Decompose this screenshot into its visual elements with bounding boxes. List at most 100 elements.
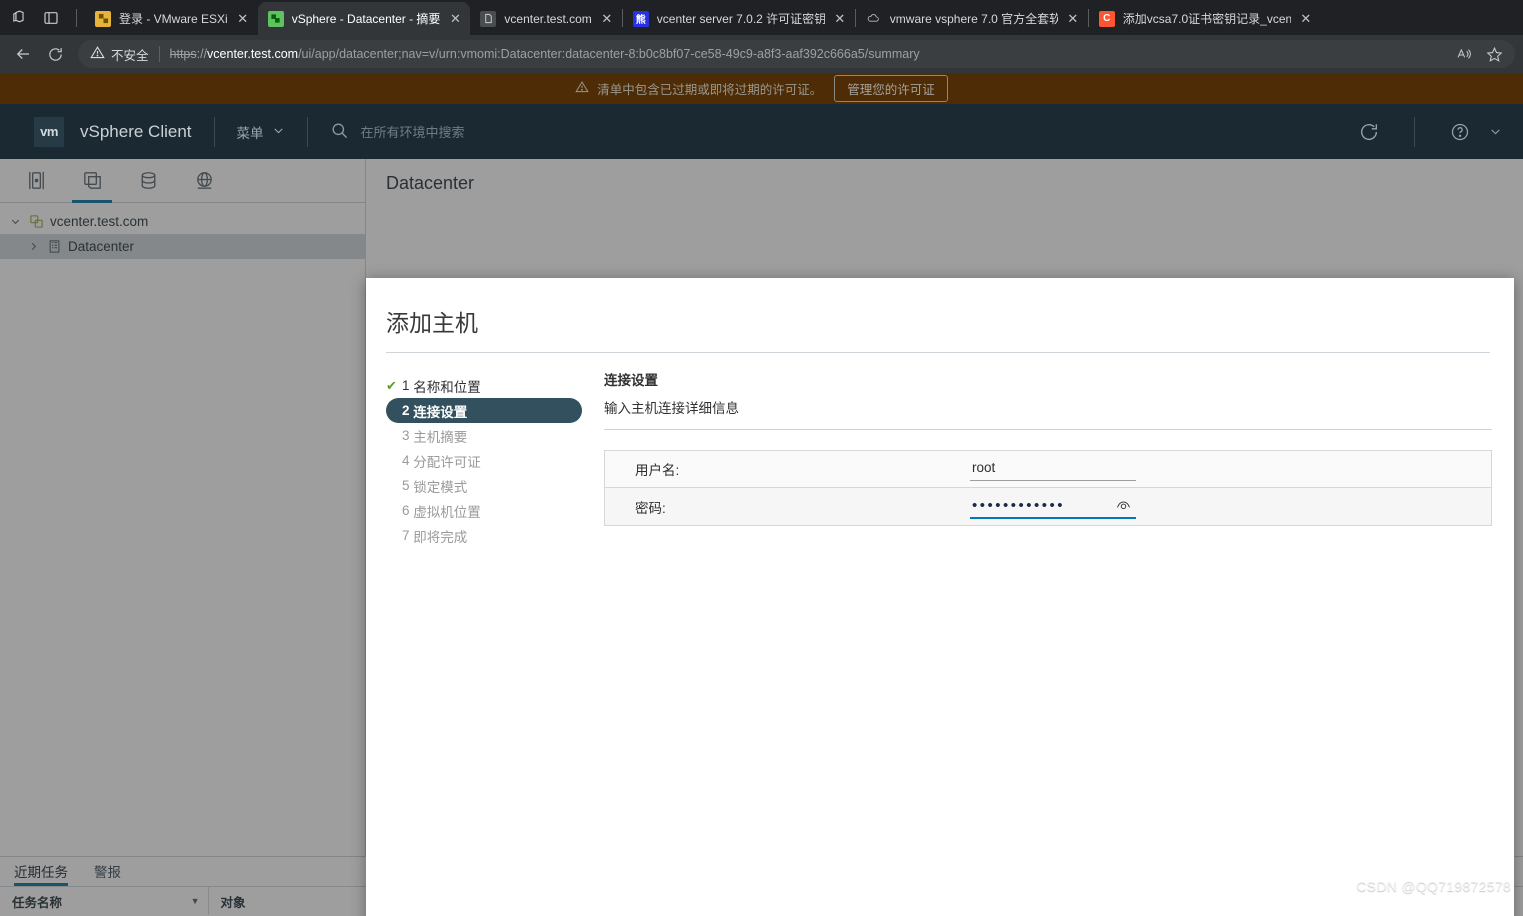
- tab-title: vcenter.test.com: [504, 11, 592, 26]
- pane-title: 连接设置: [604, 373, 658, 388]
- esxi-icon: [95, 10, 111, 27]
- header-divider: [213, 116, 215, 147]
- close-icon[interactable]: ✕: [232, 8, 254, 30]
- step-number: 4: [402, 453, 410, 468]
- step-label: 虚拟机位置: [413, 504, 481, 520]
- csdn-watermark: CSDN @QQ719872578: [1356, 878, 1511, 894]
- wizard-step-ready-to-complete[interactable]: 7 即将完成: [386, 523, 582, 548]
- chevron-down-icon[interactable]: [1483, 112, 1507, 152]
- chevron-down-icon: [272, 124, 285, 140]
- wizard-steps: ✔ 1 名称和位置 2 连接设置 3 主机摘要 4 分配许可证 5 锁定模式 6…: [386, 369, 582, 916]
- csdn-icon: C: [1098, 10, 1115, 27]
- check-icon: ✔: [386, 378, 397, 393]
- license-expiry-banner: 清单中包含已过期或即将过期的许可证。 管理您的许可证: [0, 73, 1523, 104]
- warning-triangle-icon: [90, 45, 105, 63]
- browser-tab-license-key[interactable]: 熊 vcenter server 7.0.2 许可证密钥_百 ✕: [623, 2, 855, 35]
- wizard-step-assign-license[interactable]: 4 分配许可证: [386, 448, 582, 473]
- read-aloud-icon[interactable]: [1456, 46, 1472, 62]
- vsphere-body: vcenter.test.com Datacenter Datacenter 近…: [0, 159, 1523, 916]
- global-search[interactable]: 在所有环境中搜索: [330, 121, 465, 143]
- security-indicator[interactable]: 不安全: [90, 45, 149, 64]
- omnibox-actions: [1444, 46, 1503, 63]
- close-icon[interactable]: ✕: [444, 8, 466, 30]
- pane-divider: [604, 429, 1492, 430]
- wizard-step-name-and-location[interactable]: ✔ 1 名称和位置: [386, 373, 582, 398]
- vmware-logo: vm: [34, 116, 64, 147]
- tab-title: vSphere - Datacenter - 摘要: [291, 12, 441, 26]
- omnibox-divider: [158, 46, 160, 62]
- header-divider: [306, 116, 308, 147]
- browser-tab-esxi-login[interactable]: 登录 - VMware ESXi ✕: [85, 2, 258, 35]
- tab-title: 登录 - VMware ESXi: [119, 12, 228, 26]
- step-label: 分配许可证: [413, 454, 481, 470]
- browser-tab-vcenter-host[interactable]: vcenter.test.com ✕: [470, 2, 621, 35]
- browser-tab-bar: 登录 - VMware ESXi ✕ vSphere - Datacenter …: [0, 0, 1523, 35]
- document-icon: [480, 10, 497, 27]
- help-circle-icon[interactable]: [1437, 112, 1483, 152]
- toolbar-divider: [76, 8, 77, 27]
- dialog-header: 添加主机: [366, 278, 1514, 353]
- close-icon[interactable]: ✕: [1295, 8, 1317, 30]
- browser-tab-vsphere-datacenter[interactable]: vSphere - Datacenter - 摘要 ✕: [257, 2, 471, 35]
- add-host-dialog: 添加主机 ✔ 1 名称和位置 2 连接设置 3 主机摘要 4 分配许可证 5 锁…: [366, 278, 1514, 916]
- close-icon[interactable]: ✕: [829, 8, 851, 30]
- close-icon[interactable]: ✕: [596, 8, 618, 30]
- browser-tab-vsphere-software[interactable]: vmware vsphere 7.0 官方全套软件 ✕: [856, 2, 1088, 35]
- dialog-body: ✔ 1 名称和位置 2 连接设置 3 主机摘要 4 分配许可证 5 锁定模式 6…: [366, 353, 1514, 916]
- username-label: 用户名:: [635, 463, 680, 478]
- url-host: vcenter.test.com: [207, 47, 299, 61]
- license-banner-message: 清单中包含已过期或即将过期的许可证。: [597, 83, 823, 97]
- step-label: 即将完成: [413, 529, 468, 545]
- header-divider: [1414, 116, 1415, 147]
- workspaces-icon[interactable]: [10, 9, 28, 27]
- step-number: 2: [402, 403, 410, 418]
- favorite-star-icon[interactable]: [1486, 46, 1503, 63]
- back-arrow-icon[interactable]: [8, 39, 38, 69]
- manage-licenses-button[interactable]: 管理您的许可证: [834, 75, 948, 102]
- warning-triangle-icon: [575, 80, 589, 97]
- refresh-icon[interactable]: [1346, 112, 1392, 152]
- main-menu-label: 菜单: [236, 125, 264, 141]
- header-actions: [1346, 112, 1507, 152]
- baidu-icon: 熊: [632, 10, 649, 27]
- close-icon[interactable]: ✕: [1062, 8, 1084, 30]
- wizard-step-host-summary[interactable]: 3 主机摘要: [386, 423, 582, 448]
- password-field-wrap: ••••••••••••: [970, 495, 1136, 519]
- wizard-step-lockdown-mode[interactable]: 5 锁定模式: [386, 473, 582, 498]
- vsphere-icon: [267, 10, 284, 27]
- eye-icon[interactable]: [1112, 495, 1134, 517]
- wizard-step-connection-settings[interactable]: 2 连接设置: [386, 398, 582, 423]
- url-separator: ://: [196, 47, 208, 61]
- browser-tab-csdn-article[interactable]: C 添加vcsa7.0证书密钥记录_vcente ✕: [1089, 2, 1321, 35]
- url-text: https://vcenter.test.com/ui/app/datacent…: [170, 47, 920, 61]
- username-input[interactable]: [970, 457, 1136, 481]
- global-search-placeholder: 在所有环境中搜索: [360, 125, 465, 140]
- tab-title: vcenter server 7.0.2 许可证密钥_百: [656, 12, 825, 26]
- step-number: 6: [402, 503, 410, 518]
- main-menu-button[interactable]: 菜单: [237, 122, 285, 142]
- reload-icon[interactable]: [40, 39, 70, 69]
- url-omnibox[interactable]: 不安全 https://vcenter.test.com/ui/app/data…: [78, 40, 1515, 68]
- dialog-title: 添加主机: [386, 310, 478, 336]
- browser-chrome-icons: [0, 0, 85, 35]
- step-label: 名称和位置: [413, 379, 481, 395]
- form-row-password: 密码: ••••••••••••: [605, 488, 1491, 525]
- connection-settings-pane: 连接设置 输入主机连接详细信息 用户名: 密码:: [582, 369, 1492, 916]
- step-number: 3: [402, 428, 410, 443]
- step-number: 5: [402, 478, 410, 493]
- security-label: 不安全: [111, 48, 149, 63]
- license-banner-message-group: 清单中包含已过期或即将过期的许可证。: [575, 79, 822, 98]
- vsphere-header: vm vSphere Client 菜单 在所有环境中搜索: [0, 104, 1523, 159]
- pane-subtitle: 输入主机连接详细信息: [604, 401, 739, 416]
- tab-actions-icon[interactable]: [42, 9, 60, 27]
- vsphere-application: 清单中包含已过期或即将过期的许可证。 管理您的许可证 vm vSphere Cl…: [0, 73, 1523, 916]
- tab-title: 添加vcsa7.0证书密钥记录_vcente: [1122, 12, 1291, 26]
- tab-title: vmware vsphere 7.0 官方全套软件: [889, 12, 1058, 26]
- step-number: 1: [402, 378, 410, 393]
- wizard-step-vm-location[interactable]: 6 虚拟机位置: [386, 498, 582, 523]
- connection-form: 用户名: 密码: ••••••••••••: [604, 450, 1492, 526]
- password-label: 密码:: [635, 500, 666, 516]
- step-label: 锁定模式: [413, 479, 468, 495]
- step-number: 7: [402, 528, 410, 543]
- username-field-wrap: [970, 457, 1136, 481]
